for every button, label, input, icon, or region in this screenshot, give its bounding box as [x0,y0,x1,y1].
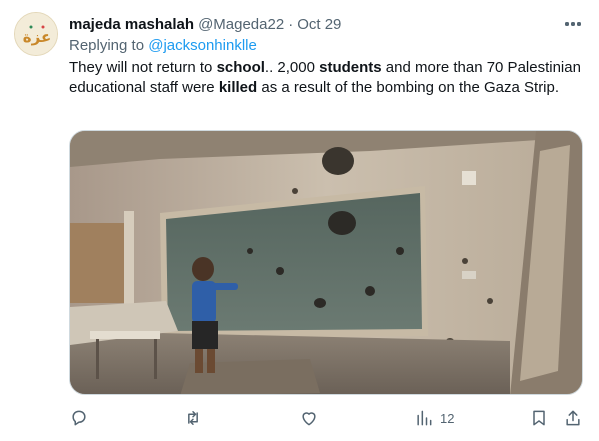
more-dot [577,22,580,25]
replying-to-mention[interactable]: @jacksonhinklle [148,37,257,54]
tweet-text-bold: school [217,59,265,76]
share-icon [563,408,583,428]
more-options-button[interactable] [562,13,584,35]
photo-bombed-classroom [70,131,583,395]
bookmark-icon [529,408,549,428]
author-name[interactable]: majeda mashalah [69,16,194,33]
more-dot [571,22,574,25]
avatar[interactable]: عزة [14,12,58,56]
bookmark-button[interactable] [529,406,549,430]
views-icon [414,408,434,428]
views-button[interactable]: 12 [414,406,454,430]
like-button[interactable] [299,406,319,430]
tweet-text-run: as a result of the bombing on the Gaza S… [257,79,559,96]
tweet-text-run: They will not return to [69,59,217,76]
retweet-icon [183,408,203,428]
views-count: 12 [440,411,454,426]
share-button[interactable] [563,406,583,430]
retweet-button[interactable] [183,406,203,430]
tweet-text-bold: killed [219,79,257,96]
tweet-actions: 12 [69,406,589,430]
tweet-text: They will not return to school.. 2,000 s… [69,58,584,98]
tweet-date[interactable]: Oct 29 [297,16,341,33]
replying-to: Replying to @jacksonhinklle [69,37,257,54]
tweet-header: majeda mashalah @Mageda22 · Oct 29 [69,14,341,34]
reply-button[interactable] [69,406,89,430]
replying-to-label: Replying to [69,37,144,54]
tweet-media-photo[interactable] [69,130,583,395]
separator-dot: · [288,16,293,33]
tweet-text-bold: students [319,59,382,76]
more-horizontal-icon [565,22,568,25]
tweet-card[interactable]: عزة majeda mashalah @Mageda22 · Oct 29 R… [0,0,599,441]
avatar-logo: عزة [15,13,58,56]
reply-icon [69,408,89,428]
author-handle[interactable]: @Mageda22 [198,16,284,33]
tweet-text-run: .. 2,000 [265,59,319,76]
heart-icon [299,408,319,428]
avatar-logo-text: عزة [23,28,51,46]
